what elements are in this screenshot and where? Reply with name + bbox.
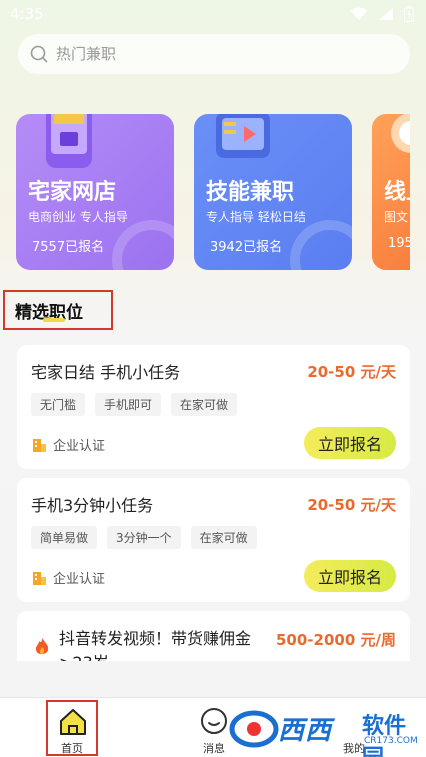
tab-label: 首页 [61, 742, 83, 755]
section-title-underline [43, 318, 65, 322]
category-subtitle: 专人指导 轻松日结 [206, 210, 306, 224]
job-tag: 无门槛 [31, 393, 86, 416]
search-bar[interactable] [18, 34, 410, 74]
job-card[interactable]: 抖音转发视频！带货赚佣金>23岁 500-2000 元/周 [17, 611, 410, 661]
job-salary: 500-2000 元/周 [276, 631, 396, 649]
search-input[interactable] [56, 45, 386, 63]
apply-button[interactable]: 立即报名 [304, 560, 396, 592]
category-title: 线上 [384, 180, 410, 205]
job-title: 抖音转发视频！带货赚佣金>23岁 [59, 629, 252, 661]
job-tags: 简单易做 3分钟一个 在家可做 [31, 526, 257, 549]
status-bar: 4:35 [0, 0, 426, 28]
category-title: 宅家网店 [28, 180, 117, 205]
home-icon [60, 709, 86, 735]
job-tag: 在家可做 [190, 526, 257, 549]
shop-phone-icon [46, 114, 92, 168]
message-icon [201, 708, 227, 734]
search-icon [30, 45, 48, 63]
job-tags: 无门槛 手机即可 在家可做 [31, 393, 238, 416]
job-title: 宅家日结 手机小任务 [31, 363, 181, 382]
job-card[interactable]: 手机3分钟小任务 20-50 元/天 简单易做 3分钟一个 在家可做 企业认证 … [17, 478, 410, 602]
category-subtitle: 电商创业 专人指导 [28, 210, 128, 224]
category-card-shop[interactable]: 宅家网店 电商创业 专人指导 7557已报名 [16, 114, 174, 270]
online-icon [391, 114, 410, 153]
watermark-brand-b: 软件园 [362, 714, 407, 757]
tab-home[interactable]: 首页 [46, 700, 98, 756]
apply-button[interactable]: 立即报名 [304, 427, 396, 459]
job-tag: 3分钟一个 [107, 526, 181, 549]
category-title: 技能兼职 [206, 180, 295, 205]
building-icon [33, 438, 46, 452]
job-salary: 20-50 元/天 [307, 363, 396, 381]
battery-icon [403, 6, 415, 26]
job-title: 手机3分钟小任务 [31, 496, 154, 515]
job-card[interactable]: 宅家日结 手机小任务 20-50 元/天 无门槛 手机即可 在家可做 企业认证 … [17, 345, 410, 469]
category-count: 7557已报名 [32, 240, 105, 255]
video-screen-icon [216, 114, 270, 158]
category-count: 195 [388, 236, 410, 251]
wifi-icon [350, 7, 368, 25]
job-tag: 在家可做 [171, 393, 238, 416]
job-tag: 手机即可 [95, 393, 162, 416]
category-card-skill[interactable]: 技能兼职 专人指导 轻松日结 3942已报名 [194, 114, 352, 270]
category-count: 3942已报名 [210, 240, 283, 255]
watermark-logo: 西西 软件园 CR173.COM [228, 708, 418, 757]
watermark-url: CR173.COM [364, 736, 418, 746]
signal-icon [378, 7, 394, 25]
status-icons [350, 6, 415, 26]
building-icon [33, 571, 46, 585]
section-title: 精选职位 [3, 290, 113, 330]
tab-label: 消息 [203, 742, 225, 755]
watermark-emblem-icon [229, 710, 279, 748]
status-time: 4:35 [10, 5, 44, 23]
category-carousel[interactable]: 宅家网店 电商创业 专人指导 7557已报名 技能兼职 专人指导 轻松日结 39… [16, 96, 410, 272]
cert-label: 企业认证 [53, 439, 106, 454]
category-subtitle: 图文 [384, 210, 409, 224]
company-cert: 企业认证 [31, 568, 105, 587]
category-card-online[interactable]: 线上 图文 195 [372, 114, 410, 270]
job-salary: 20-50 元/天 [307, 496, 396, 514]
job-tag: 简单易做 [31, 526, 98, 549]
watermark-brand-a: 西西 [278, 716, 333, 746]
fire-icon [35, 638, 49, 655]
company-cert: 企业认证 [31, 435, 105, 454]
cert-label: 企业认证 [53, 572, 106, 587]
